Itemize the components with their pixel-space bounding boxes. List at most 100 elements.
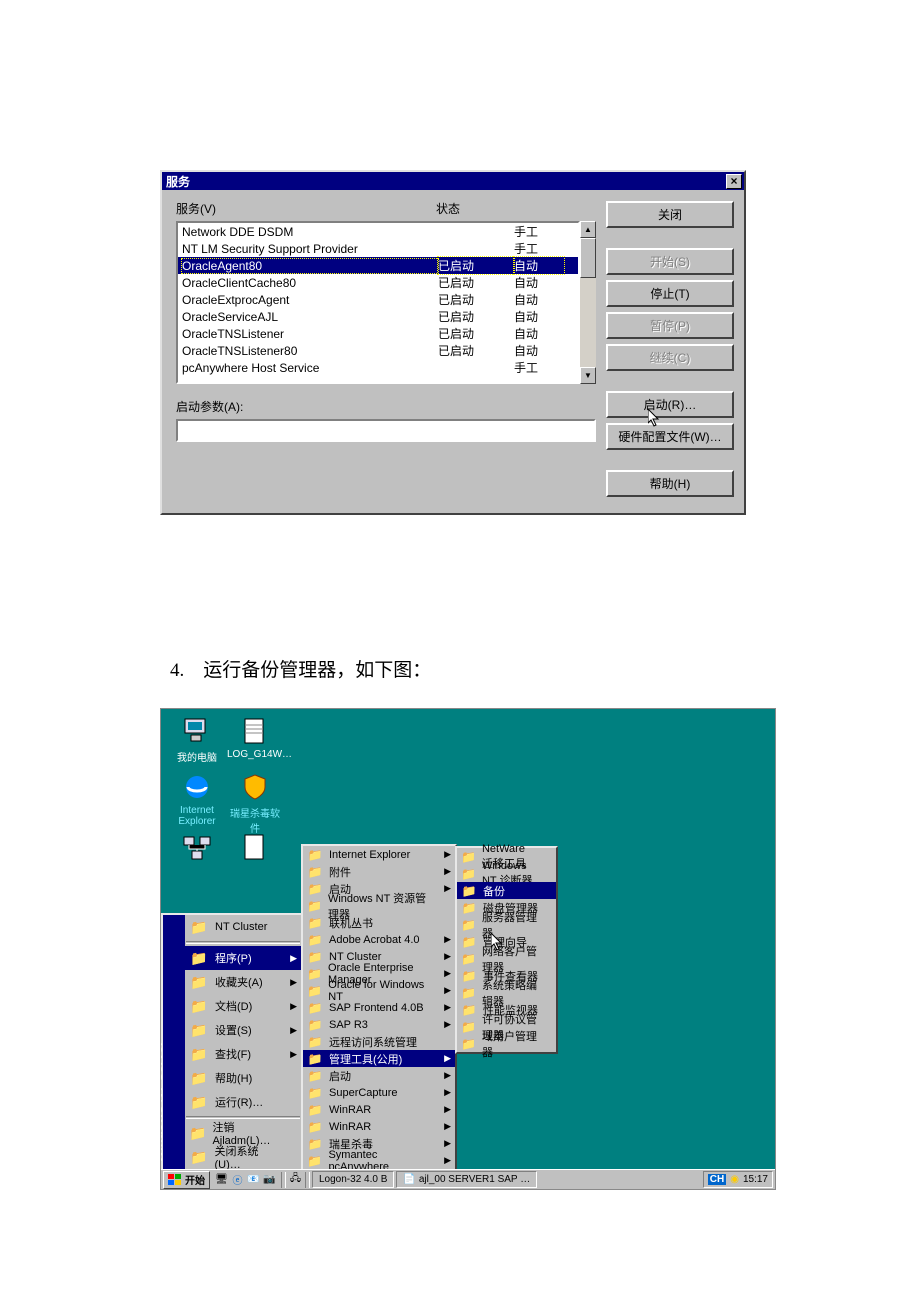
menu-item[interactable]: 📁收藏夹(A)▶	[185, 970, 301, 994]
folder-icon: 📁	[307, 966, 322, 982]
table-row[interactable]: OracleTNSListener已启动自动	[178, 325, 578, 342]
services-list[interactable]: Network DDE DSDM手工NT LM Security Support…	[176, 221, 580, 384]
menu-item[interactable]: 📁域用户管理器	[457, 1035, 556, 1052]
taskbar-task[interactable]: Logon-32 4.0 B	[312, 1171, 394, 1188]
ql-desktop-icon[interactable]: 🖥	[214, 1172, 229, 1187]
menu-item[interactable]: 📁文档(D)▶	[185, 994, 301, 1018]
desktop-icon-log[interactable]: LOG_G14W…	[227, 715, 283, 760]
folder-icon: 📁	[307, 1153, 322, 1169]
table-row[interactable]: OracleClientCache80已启动自动	[178, 274, 578, 291]
desktop-icon-ie[interactable]: Internet Explorer	[169, 771, 225, 827]
taskbar-task[interactable]: 📄ajl_00 SERVER1 SAP …	[396, 1171, 537, 1188]
menu-item[interactable]: 📁SAP R3▶	[303, 1016, 455, 1033]
boot-button[interactable]: 启动(R)…	[606, 391, 734, 418]
tray-sound-icon[interactable]: ◉	[730, 1174, 739, 1185]
desktop-icon-mycomputer[interactable]: 我的电脑	[169, 715, 225, 764]
ql-capture-icon[interactable]: 📷	[262, 1172, 277, 1187]
scroll-up-icon[interactable]: ▲	[580, 221, 596, 238]
menu-item[interactable]: 📁服务器管理器	[457, 916, 556, 933]
menu-item[interactable]: 📁网络客户管理器	[457, 950, 556, 967]
menu-item[interactable]: 📁查找(F)▶	[185, 1042, 301, 1066]
menu-item[interactable]: 📁远程访问系统管理	[303, 1033, 455, 1050]
menu-item[interactable]: 📁备份	[457, 882, 556, 899]
folder-icon: 📁	[307, 1068, 323, 1084]
menu-item[interactable]: 📁Oracle for Windows NT▶	[303, 982, 455, 999]
menu-item[interactable]: 📁Symantec pcAnywhere▶	[303, 1152, 455, 1169]
menu-item[interactable]: 📁SAP Frontend 4.0B▶	[303, 999, 455, 1016]
stop-button[interactable]: 停止(T)	[606, 280, 734, 307]
menu-item[interactable]: 📁启动▶	[303, 1067, 455, 1084]
menu-item[interactable]: 📁设置(S)▶	[185, 1018, 301, 1042]
ql-ie-icon[interactable]: ⓔ	[230, 1172, 245, 1187]
menu-item[interactable]: 📁Adobe Acrobat 4.0▶	[303, 931, 455, 948]
menu-item[interactable]: 📁WinRAR▶	[303, 1101, 455, 1118]
pause-button[interactable]: 暂停(P)	[606, 312, 734, 339]
desktop-icon-doc[interactable]	[227, 831, 283, 865]
menu-item[interactable]: 📁Internet Explorer▶	[303, 846, 455, 863]
scroll-down-icon[interactable]: ▼	[580, 367, 596, 384]
table-row[interactable]: OracleTNSListener80已启动自动	[178, 342, 578, 359]
close-icon[interactable]: ×	[726, 174, 742, 189]
menu-item[interactable]: 📁联机丛书	[303, 914, 455, 931]
hwprofile-button[interactable]: 硬件配置文件(W)…	[606, 423, 734, 450]
scrollbar[interactable]: ▲ ▼	[580, 221, 596, 384]
menu-item[interactable]: 📁SuperCapture▶	[303, 1084, 455, 1101]
menu-item[interactable]: 📁运行(R)…	[185, 1090, 301, 1114]
start-button[interactable]: 开始	[163, 1171, 210, 1189]
menu-item[interactable]: 📁注销 Ajladm(L)…	[185, 1121, 301, 1145]
folder-icon: 📁	[461, 985, 476, 1001]
scroll-thumb[interactable]	[580, 238, 596, 278]
folder-icon: 📁	[189, 948, 209, 968]
chevron-right-icon: ▶	[444, 883, 451, 894]
chevron-right-icon: ▶	[444, 1019, 451, 1030]
table-row[interactable]: OracleExtprocAgent已启动自动	[178, 291, 578, 308]
clock[interactable]: 15:17	[743, 1174, 768, 1185]
table-row[interactable]: OracleServiceAJL已启动自动	[178, 308, 578, 325]
start-menu: Windows NT Server 📁NT Cluster📁程序(P)▶📁收藏夹…	[161, 913, 303, 1171]
table-row[interactable]: NT LM Security Support Provider手工	[178, 240, 578, 257]
menu-item[interactable]: 📁Windows NT 资源管理器	[303, 897, 455, 914]
startup-params-input[interactable]	[176, 419, 596, 442]
step-text: 4. 运行备份管理器，如下图：	[170, 655, 760, 682]
folder-icon: 📁	[461, 849, 476, 865]
folder-icon: 📁	[189, 1044, 209, 1064]
table-row[interactable]: Network DDE DSDM手工	[178, 223, 578, 240]
menu-item[interactable]: 📁NT Cluster	[185, 915, 301, 939]
menu-item[interactable]: 📁关闭系统(U)…	[185, 1145, 301, 1169]
desktop-icon-antivirus[interactable]: 瑞星杀毒软件	[227, 771, 283, 835]
chevron-right-icon: ▶	[444, 934, 451, 945]
menu-item[interactable]: 📁帮助(H)	[185, 1066, 301, 1090]
menu-item[interactable]: 📁系统策略编辑器	[457, 984, 556, 1001]
folder-icon: 📁	[307, 1119, 323, 1135]
quicklaunch: 🖥 ⓔ 📧 📷	[212, 1172, 279, 1187]
systray: CH ◉ 15:17	[703, 1171, 773, 1188]
chevron-right-icon: ▶	[444, 1070, 451, 1081]
admintools-submenu: 📁NetWare 迁移工具📁Windows NT 诊断器📁备份📁磁盘管理器📁服务…	[455, 846, 558, 1054]
menu-item[interactable]: 📁附件▶	[303, 863, 455, 880]
folder-icon: 📁	[307, 1017, 323, 1033]
start-button[interactable]: 开始(S)	[606, 248, 734, 275]
ql-outlook-icon[interactable]: 📧	[246, 1172, 261, 1187]
titlebar[interactable]: 服务 ×	[162, 172, 744, 190]
windows-icon	[168, 1174, 182, 1186]
services-window: 服务 × 服务(V) 状态 Network DDE DSDM手工NT LM Se…	[160, 170, 746, 515]
folder-icon: 📁	[461, 1002, 477, 1018]
folder-icon: 📁	[461, 900, 477, 916]
folder-icon: 📁	[307, 881, 323, 897]
menu-item[interactable]: 📁程序(P)▶	[185, 946, 301, 970]
resume-button[interactable]: 继续(C)	[606, 344, 734, 371]
ql-pcaw-icon[interactable]: 🖧	[288, 1171, 303, 1188]
chevron-right-icon: ▶	[444, 968, 451, 979]
window-title: 服务	[166, 173, 190, 190]
table-row[interactable]: pcAnywhere Host Service手工	[178, 359, 578, 376]
menu-item[interactable]: 📁管理工具(公用)▶	[303, 1050, 455, 1067]
table-row[interactable]: OracleAgent80已启动自动	[178, 257, 578, 274]
ime-indicator[interactable]: CH	[708, 1174, 726, 1185]
chevron-right-icon: ▶	[290, 1049, 297, 1060]
menu-item[interactable]: 📁WinRAR▶	[303, 1118, 455, 1135]
desktop-icon-network[interactable]	[169, 831, 225, 865]
close-button[interactable]: 关闭	[606, 201, 734, 228]
menu-item[interactable]: 📁Windows NT 诊断器	[457, 865, 556, 882]
folder-icon: 📁	[307, 898, 322, 914]
help-button[interactable]: 帮助(H)	[606, 470, 734, 497]
